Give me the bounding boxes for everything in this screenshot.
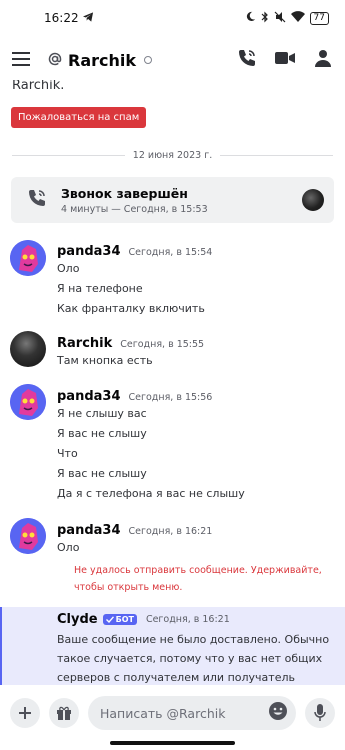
check-icon [105,616,114,623]
mute-icon [274,11,286,26]
message-text[interactable]: Там кнопка есть [57,354,153,367]
members-icon[interactable] [313,49,333,71]
username: Rarchik [68,50,137,70]
clyde-message[interactable]: Clyde БОТ Сегодня, в 16:21 Ваше сообщени… [0,607,345,685]
attach-button[interactable] [10,698,40,728]
home-indicator[interactable] [110,741,235,745]
message-timestamp: Сегодня, в 16:21 [128,526,213,537]
gift-button[interactable] [49,698,79,728]
call-subtitle: 4 минуты — Сегодня, в 15:53 [61,203,208,215]
message-author[interactable]: panda34 [57,389,121,404]
voice-message-button[interactable] [305,698,335,728]
moon-icon [245,11,256,25]
message-text[interactable]: Оло [57,541,79,554]
message-text[interactable]: Я не слышу вас [57,407,147,420]
message-text[interactable]: Да я с телефона я вас не слышу [57,487,245,500]
clock: 16:22 [44,11,79,25]
microphone-icon [314,704,326,721]
avatar[interactable] [10,331,46,367]
date-divider-text: 12 июня 2023 г. [132,149,213,161]
send-error-line: чтобы открыть меню. [74,582,183,593]
message-timestamp: Сегодня, в 15:55 [120,339,205,350]
message-text: серверов с получателем или получатель [57,671,295,684]
message-text[interactable]: Я вас не слышу [57,427,147,440]
message-author[interactable]: panda34 [57,523,121,538]
message-timestamp: Сегодня, в 15:54 [128,247,213,258]
message-timestamp: Сегодня, в 16:21 [145,614,230,625]
send-error-message[interactable]: Не удалось отправить сообщение. Удержива… [74,562,339,596]
message-list[interactable]: Rarchik. Пожаловаться на спам 12 июня 20… [0,80,345,685]
message-author[interactable]: Rarchik [57,336,112,351]
message-text[interactable]: Я на телефоне [57,282,143,295]
dm-header: Rarchik [0,40,345,80]
date-divider: 12 июня 2023 г. [12,148,333,162]
video-icon[interactable] [275,50,295,70]
bot-badge-label: БОТ [115,615,134,624]
wifi-icon [290,11,305,25]
at-icon [48,51,62,70]
message-author: Clyde [57,612,98,627]
telegram-icon [82,11,94,25]
battery-indicator: 77 [309,11,329,25]
avatar[interactable] [10,384,46,420]
divider-line [220,154,333,156]
phone-icon[interactable] [237,48,257,72]
message-input-wrapper [88,696,296,730]
bluetooth-icon [261,11,269,26]
message-text[interactable]: Что [57,447,78,460]
message-text[interactable]: Оло [57,262,79,275]
bot-badge: БОТ [102,614,137,625]
call-title: Звонок завершён [61,185,188,201]
message-input[interactable] [100,705,268,721]
status-bar: 16:22 77 [0,0,345,36]
call-ended-icon [27,188,47,212]
message-text[interactable]: Я вас не слышу [57,467,147,480]
avatar[interactable] [10,518,46,554]
participant-avatar [302,189,324,211]
offline-status-icon [144,56,153,64]
message-text[interactable]: Как франталку включить [57,302,205,315]
message-timestamp: Сегодня, в 15:56 [128,392,213,403]
call-ended-card[interactable]: Звонок завершён 4 минуты — Сегодня, в 15… [11,177,334,223]
emoji-icon[interactable] [268,701,288,725]
message-author[interactable]: panda34 [57,244,121,259]
message-text: такое случается, потому что у вас нет об… [57,652,323,665]
menu-icon[interactable] [12,51,30,70]
send-error-line: Не удалось отправить сообщение. Удержива… [74,565,322,576]
gift-icon [57,706,71,720]
message-composer [0,686,345,740]
avatar[interactable] [10,240,46,276]
channel-title[interactable]: Rarchik [48,50,153,70]
report-spam-button[interactable]: Пожаловаться на спам [11,107,147,128]
divider-line [12,154,125,156]
previous-message-text: Rarchik. [12,80,65,93]
plus-icon [19,707,31,719]
message-text: Ваше сообщение не было доставлено. Обычн… [57,633,330,646]
